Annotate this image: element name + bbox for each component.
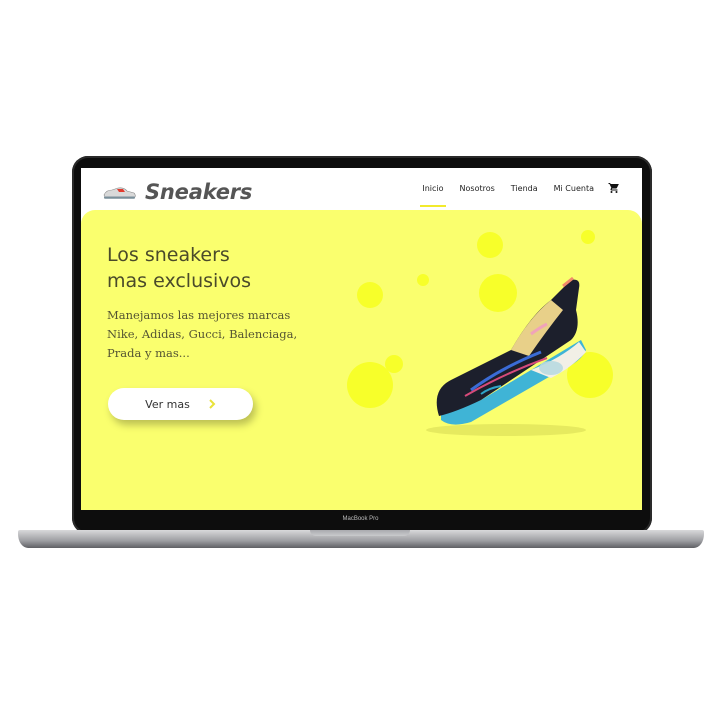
logo-shoe-icon (103, 187, 136, 199)
hero-title-line: mas exclusivos (107, 270, 252, 292)
decorative-bubble (357, 282, 383, 308)
nav-item-mi-cuenta[interactable]: Mi Cuenta (554, 184, 594, 193)
ver-mas-label: Ver mas (145, 397, 190, 411)
chevron-right-icon (209, 399, 216, 409)
ver-mas-button[interactable]: Ver mas (108, 388, 253, 420)
hero-title-line: Los sneakers (107, 244, 230, 266)
main-nav: Inicio Nosotros Tienda Mi Cuenta (406, 182, 620, 207)
hero-title: Los sneakers mas exclusivos (107, 242, 251, 294)
logo-text: Sneakers (145, 180, 253, 204)
hero-subtitle: Manejamos las mejores marcas Nike, Adida… (107, 306, 327, 363)
hero-subtitle-line: Manejamos las mejores marcas (107, 308, 291, 322)
laptop-model-label: MacBook Pro (342, 516, 379, 522)
hero-subtitle-line: Nike, Adidas, Gucci, Balenciaga, (107, 327, 298, 341)
decorative-bubble (477, 232, 503, 258)
hero-subtitle-line: Prada y mas... (107, 346, 190, 360)
decorative-bubble (385, 355, 403, 373)
hero-section: Los sneakers mas exclusivos Manejamos la… (81, 210, 642, 510)
laptop-notch (310, 530, 410, 536)
site-logo[interactable]: Sneakers (103, 180, 252, 204)
shopping-cart-icon[interactable] (608, 182, 620, 194)
nav-item-tienda[interactable]: Tienda (511, 184, 538, 193)
sneaker-image (426, 276, 586, 436)
nav-item-nosotros[interactable]: Nosotros (460, 184, 495, 193)
site-header: Sneakers Inicio Nosotros Tienda Mi Cuent… (81, 168, 642, 208)
laptop-screen: Sneakers Inicio Nosotros Tienda Mi Cuent… (81, 168, 642, 510)
decorative-bubble (581, 230, 595, 244)
nav-item-inicio[interactable]: Inicio (420, 184, 446, 207)
